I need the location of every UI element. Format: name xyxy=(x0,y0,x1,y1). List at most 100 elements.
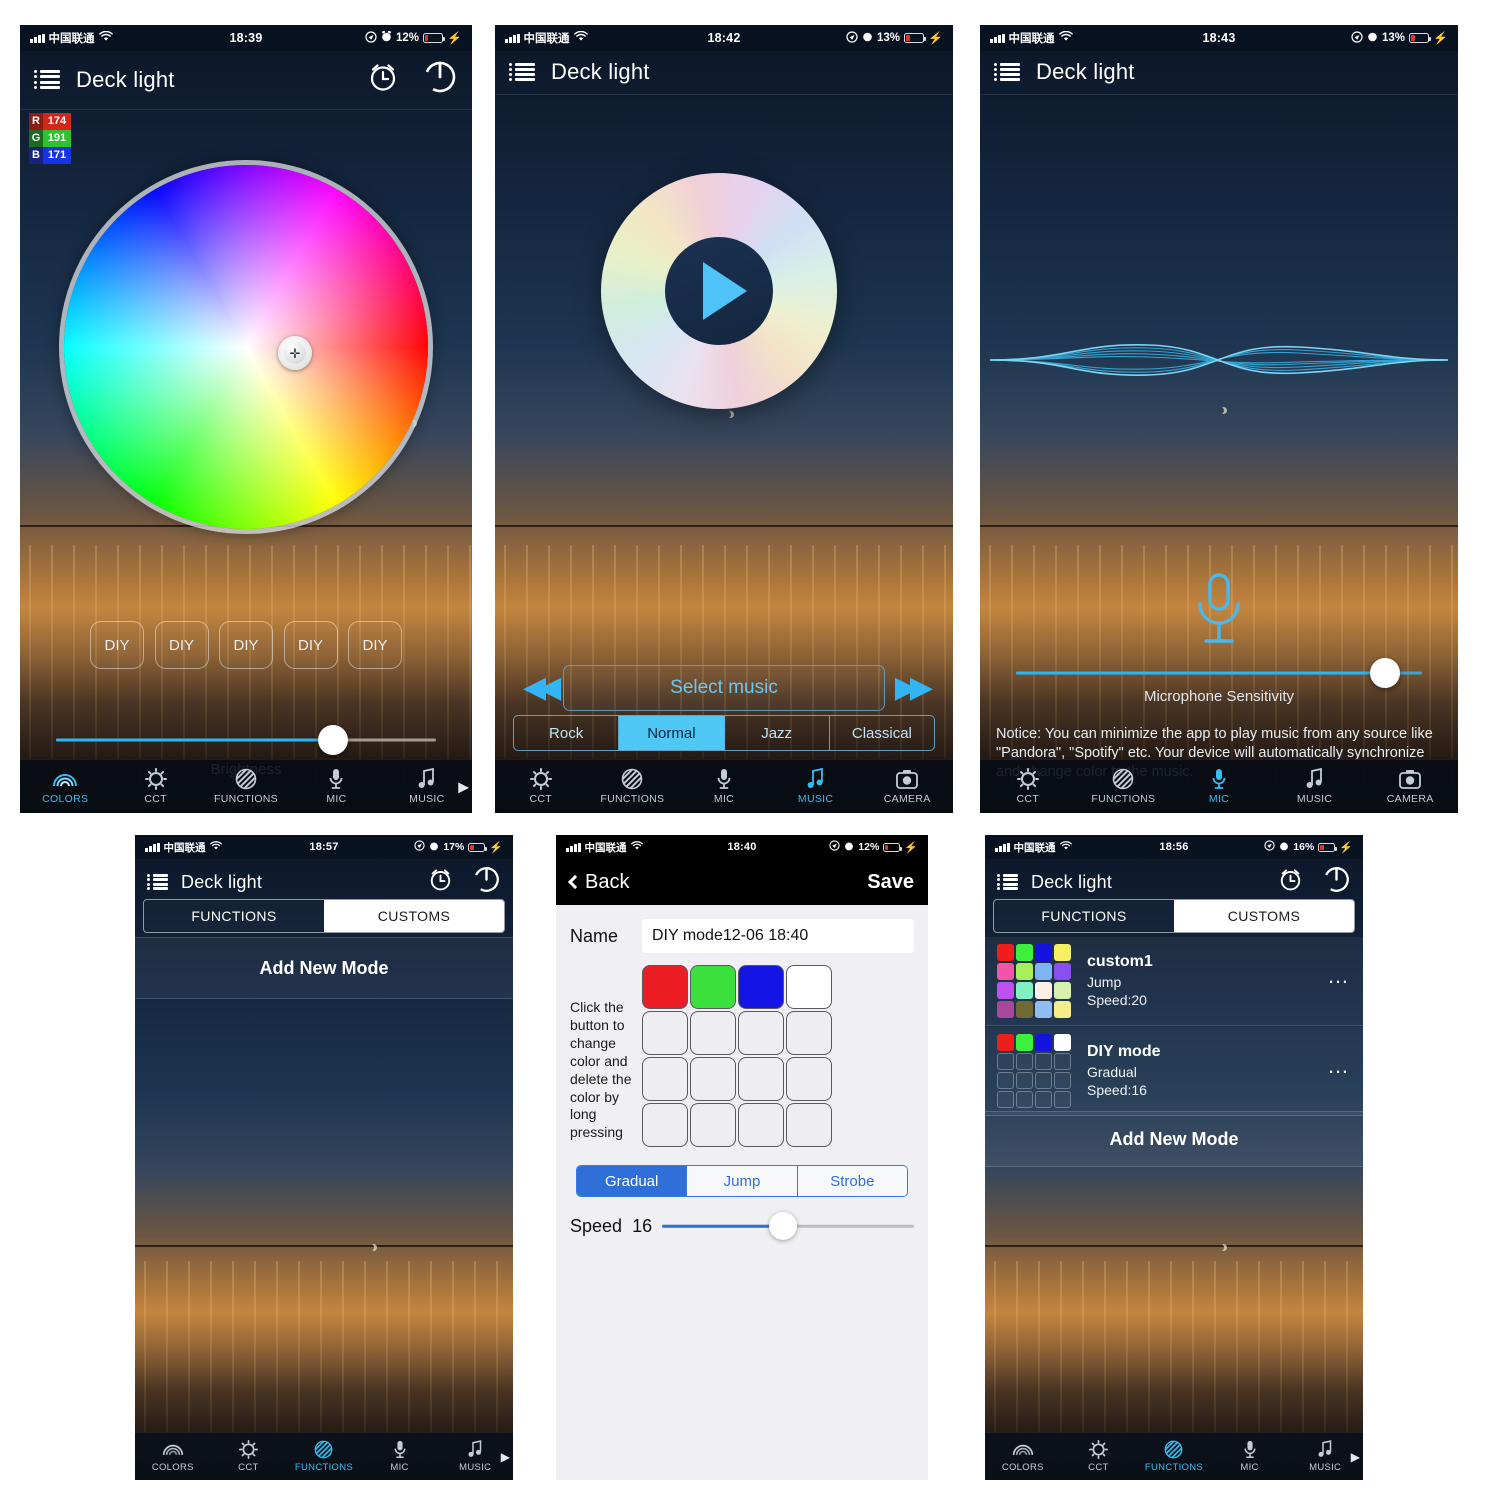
tab-label: COLORS xyxy=(151,1462,194,1473)
genre-jazz[interactable]: Jazz xyxy=(725,716,830,750)
table-row[interactable]: custom1 Jump Speed:20 … xyxy=(985,937,1363,1026)
color-cell[interactable] xyxy=(738,965,784,1009)
camera-icon xyxy=(896,768,919,789)
tab-cct[interactable]: CCT xyxy=(1061,1439,1137,1473)
tab-cct[interactable]: CCT xyxy=(110,767,200,805)
power-icon[interactable] xyxy=(1322,865,1351,899)
color-wheel-surface[interactable] xyxy=(64,165,428,529)
back-button[interactable]: Back xyxy=(567,871,629,894)
alarm-icon xyxy=(1279,840,1289,854)
effect-gradual[interactable]: Gradual xyxy=(577,1166,688,1196)
timer-icon[interactable] xyxy=(366,60,400,99)
speed-slider[interactable] xyxy=(662,1211,914,1241)
color-cell[interactable] xyxy=(738,1103,784,1147)
brightness-slider[interactable] xyxy=(56,725,436,755)
color-wheel-selector[interactable] xyxy=(278,336,312,370)
effect-jump[interactable]: Jump xyxy=(687,1166,798,1196)
menu-icon[interactable] xyxy=(994,63,1020,82)
tab-music[interactable]: MUSIC xyxy=(1267,768,1363,805)
genre-rock[interactable]: Rock xyxy=(514,716,620,750)
save-button[interactable]: Save xyxy=(867,871,914,894)
color-cell[interactable] xyxy=(642,1057,688,1101)
tab-cct[interactable]: CCT xyxy=(980,767,1076,805)
tab-functions[interactable]: FUNCTIONS xyxy=(201,768,291,805)
color-cell[interactable] xyxy=(786,1103,832,1147)
diy-preset-3[interactable]: DIY xyxy=(219,621,273,669)
color-wheel[interactable] xyxy=(64,165,428,529)
color-cell[interactable] xyxy=(738,1057,784,1101)
menu-icon[interactable] xyxy=(997,874,1018,890)
brightness-knob[interactable] xyxy=(318,725,349,755)
fast-forward-icon[interactable]: ▶▶ xyxy=(885,673,935,703)
tab-music[interactable]: MUSIC xyxy=(770,768,862,805)
table-row[interactable]: DIY mode Gradual Speed:16 … xyxy=(985,1027,1363,1116)
name-input[interactable]: DIY mode12-06 18:40 xyxy=(642,919,914,953)
mode-menu-button[interactable]: … xyxy=(1327,1054,1351,1081)
tabbar-next-arrow[interactable]: ▶ xyxy=(501,1450,510,1464)
power-icon[interactable] xyxy=(472,865,501,899)
color-cell[interactable] xyxy=(738,1011,784,1055)
color-cell[interactable] xyxy=(786,1011,832,1055)
color-cell[interactable] xyxy=(690,1057,736,1101)
tab-functions[interactable]: FUNCTIONS xyxy=(587,768,679,805)
tab-mic[interactable]: MIC xyxy=(291,768,381,805)
tab-functions[interactable]: FUNCTIONS xyxy=(1136,1440,1212,1473)
tab-functions[interactable]: FUNCTIONS xyxy=(1076,768,1172,805)
music-disc[interactable] xyxy=(601,173,837,409)
color-cell[interactable] xyxy=(786,965,832,1009)
segtab-functions[interactable]: FUNCTIONS xyxy=(994,900,1174,932)
tab-colors[interactable]: COLORS xyxy=(135,1440,211,1473)
tab-label: COLORS xyxy=(42,793,89,805)
menu-icon[interactable] xyxy=(509,63,535,82)
tab-cct[interactable]: CCT xyxy=(495,767,587,805)
power-icon[interactable] xyxy=(422,59,458,100)
tab-camera[interactable]: CAMERA xyxy=(1362,768,1458,805)
color-cell[interactable] xyxy=(690,1011,736,1055)
tab-mic[interactable]: MIC xyxy=(1212,1440,1288,1473)
menu-icon[interactable] xyxy=(34,70,60,89)
color-cell[interactable] xyxy=(690,1103,736,1147)
bottom-tab-bar: CCT FUNCTIONS MIC MUSIC CAMERA xyxy=(495,759,953,813)
tab-mic[interactable]: MIC xyxy=(678,768,770,805)
segtab-customs[interactable]: CUSTOMS xyxy=(1174,900,1354,932)
segtab-customs[interactable]: CUSTOMS xyxy=(324,900,504,932)
diy-preset-2[interactable]: DIY xyxy=(154,621,209,669)
tab-functions[interactable]: FUNCTIONS xyxy=(286,1440,362,1473)
tab-colors[interactable]: COLORS xyxy=(20,768,110,805)
speed-knob[interactable] xyxy=(769,1212,797,1240)
genre-normal[interactable]: Normal xyxy=(619,716,725,750)
diy-preset-4[interactable]: DIY xyxy=(283,621,338,669)
color-cell[interactable] xyxy=(642,1011,688,1055)
color-cell[interactable] xyxy=(786,1057,832,1101)
mode-menu-button[interactable]: … xyxy=(1327,964,1351,991)
tab-camera[interactable]: CAMERA xyxy=(861,768,953,805)
color-grid xyxy=(642,965,832,1147)
diy-preset-5[interactable]: DIY xyxy=(348,621,402,669)
add-new-mode-button[interactable]: Add New Mode xyxy=(985,1111,1363,1167)
mic-sensitivity-knob[interactable] xyxy=(1370,658,1401,688)
add-new-mode-button[interactable]: Add New Mode xyxy=(135,937,513,999)
tabbar-next-arrow[interactable]: ▶ xyxy=(1351,1450,1360,1464)
rewind-icon[interactable]: ◀◀ xyxy=(513,673,563,703)
swatch-empty xyxy=(1054,1053,1071,1070)
tab-mic[interactable]: MIC xyxy=(362,1440,438,1473)
tab-label: MIC xyxy=(326,793,347,805)
segtab-functions[interactable]: FUNCTIONS xyxy=(144,900,324,932)
effect-strobe[interactable]: Strobe xyxy=(797,1166,907,1196)
tab-cct[interactable]: CCT xyxy=(211,1439,287,1473)
color-cell[interactable] xyxy=(642,1103,688,1147)
timer-icon[interactable] xyxy=(427,866,454,898)
tabbar-next-arrow[interactable]: ▶ xyxy=(458,778,469,795)
diy-preset-1[interactable]: DIY xyxy=(90,621,144,669)
editor-navbar: Back Save xyxy=(556,859,928,905)
color-cell[interactable] xyxy=(690,965,736,1009)
mic-sensitivity-slider[interactable] xyxy=(1016,658,1422,688)
play-button[interactable] xyxy=(664,236,774,346)
color-cell[interactable] xyxy=(642,965,688,1009)
tab-mic[interactable]: MIC xyxy=(1171,768,1267,805)
tab-colors[interactable]: COLORS xyxy=(985,1440,1061,1473)
timer-icon[interactable] xyxy=(1277,866,1304,898)
select-music-button[interactable]: Select music xyxy=(563,665,885,711)
menu-icon[interactable] xyxy=(147,874,168,890)
genre-classical[interactable]: Classical xyxy=(830,716,934,750)
